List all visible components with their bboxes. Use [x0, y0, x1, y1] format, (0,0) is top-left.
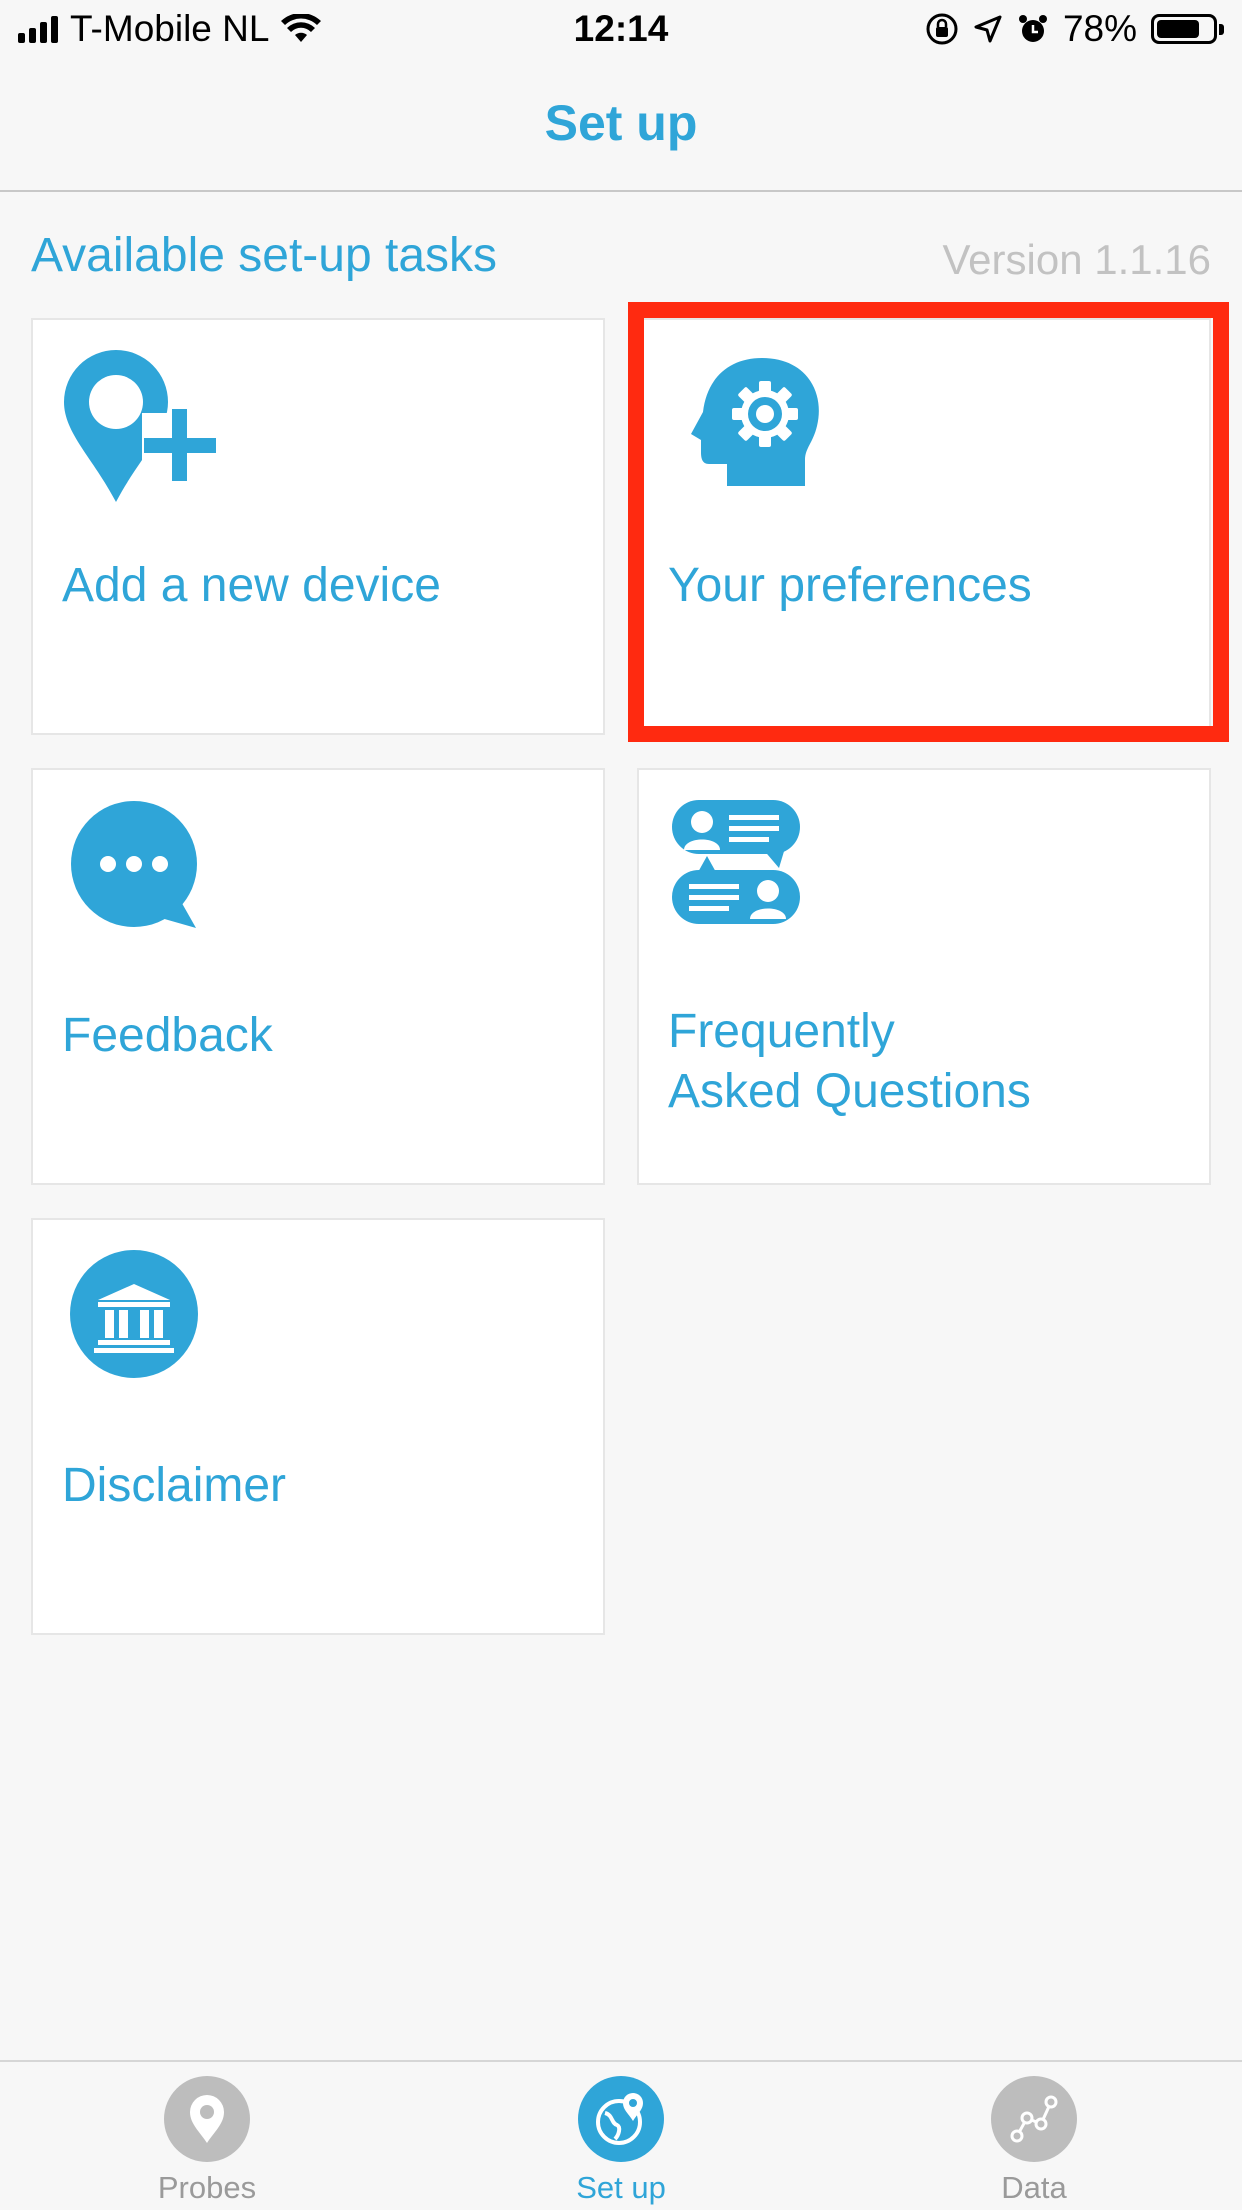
chat-bubble-icon — [71, 801, 197, 928]
tile-label: Add a new device — [62, 559, 441, 612]
location-arrow-icon — [974, 15, 1002, 43]
add-device-tile[interactable]: Add a new device — [31, 318, 605, 735]
globe-pin-icon — [578, 2076, 664, 2162]
tab-label: Probes — [157, 2170, 257, 2205]
tab-bar: Probes Set up Data — [0, 2060, 1242, 2210]
battery-icon — [1151, 14, 1224, 44]
graph-nodes-icon — [991, 2076, 1077, 2162]
tile-label-line2: Asked Questions — [668, 1065, 1031, 1118]
status-bar: T-Mobile NL 12:14 78% — [0, 0, 1242, 62]
tile-label-line1: Frequently — [668, 1005, 895, 1058]
section-title: Available set-up tasks — [31, 229, 498, 282]
disclaimer-tile[interactable]: Disclaimer — [31, 1218, 605, 1635]
rotation-lock-icon — [926, 13, 958, 45]
tab-setup[interactable]: Set up — [521, 2076, 721, 2206]
tab-data[interactable]: Data — [934, 2076, 1134, 2206]
feedback-tile[interactable]: Feedback — [31, 768, 605, 1185]
battery-percent: 78% — [1062, 8, 1137, 49]
tab-label: Set up — [576, 2170, 666, 2205]
tile-label: Frequently Asked Questions — [668, 1002, 1031, 1122]
tab-label: Data — [1001, 2170, 1067, 2205]
location-pin-plus-icon — [64, 350, 216, 502]
tile-label: Feedback — [62, 1009, 273, 1062]
alarm-icon — [1018, 15, 1047, 42]
page-title: Set up — [544, 95, 698, 151]
tile-label: Disclaimer — [62, 1459, 287, 1512]
faq-people-icon — [672, 800, 800, 924]
highlight-box — [628, 302, 1229, 742]
navigation-bar: Set up — [0, 62, 1242, 192]
tab-probes[interactable]: Probes — [107, 2076, 307, 2206]
location-pin-icon — [164, 2076, 250, 2162]
version-label: Version 1.1.16 — [942, 236, 1211, 283]
bank-building-icon — [70, 1250, 198, 1378]
faq-tile[interactable]: Frequently Asked Questions — [637, 768, 1211, 1185]
status-right: 78% — [925, 8, 1224, 50]
